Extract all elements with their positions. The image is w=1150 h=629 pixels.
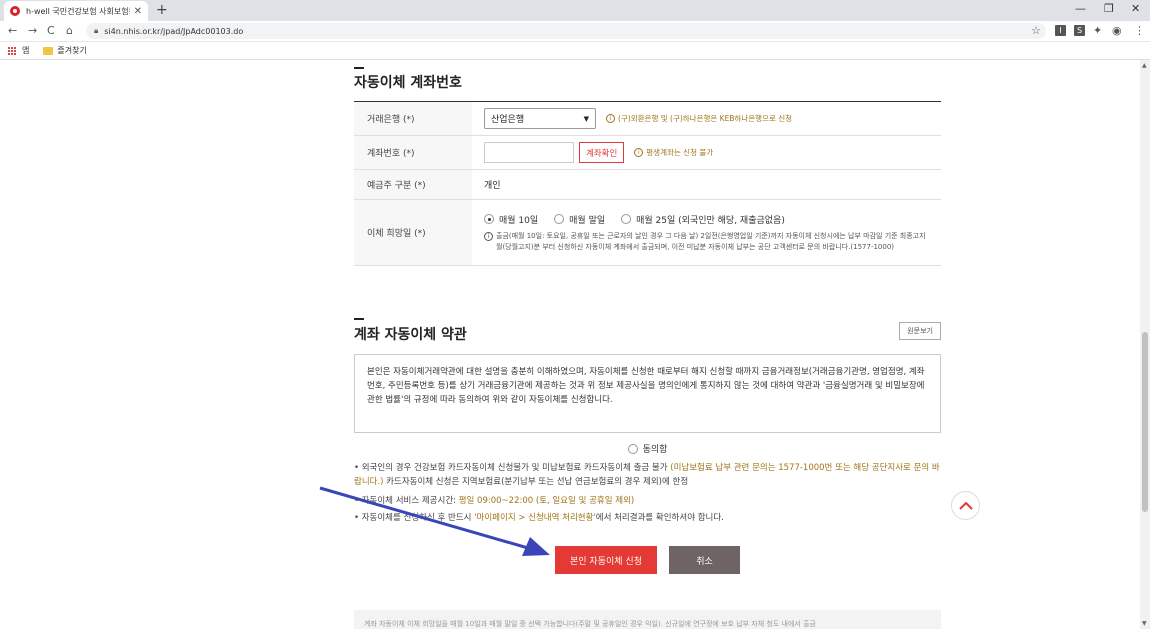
annotation-arrow-icon: [319, 486, 550, 556]
bottom-notice-box: 계좌 자동이체 이체 희망일을 매월 10일과 매월 말일 중 선택 가능합니다…: [354, 610, 941, 629]
bottom-note-text: 계좌 자동이체 이체 희망일을 매월 10일과 매월 말일 중 선택 가능합니다…: [364, 620, 816, 628]
